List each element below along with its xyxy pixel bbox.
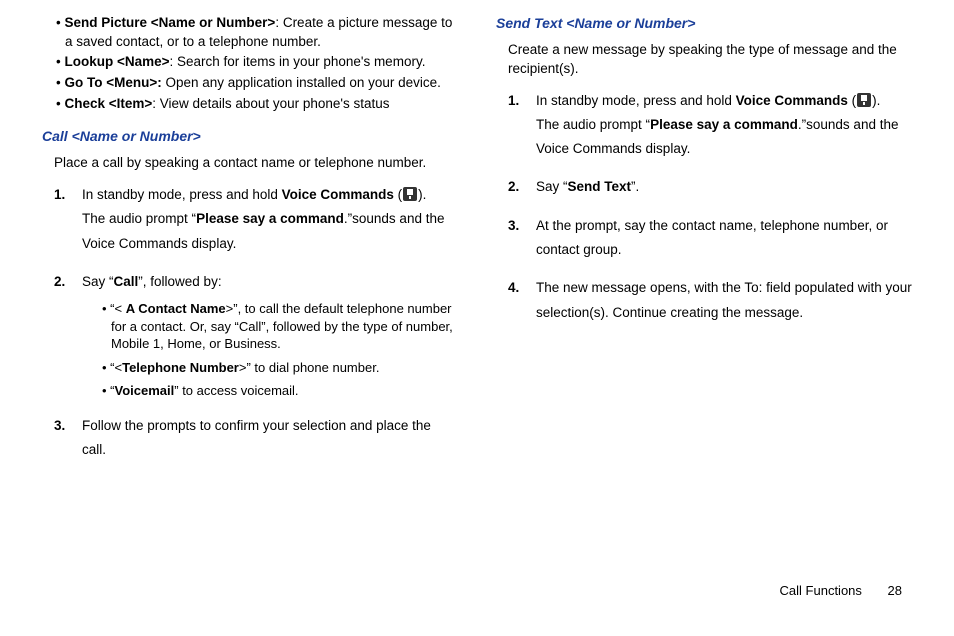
step-number: 1. xyxy=(54,183,65,207)
list-item: Lookup <Name>: Search for items in your … xyxy=(56,53,458,72)
paren-close: ). xyxy=(418,187,426,202)
voice-commands-icon xyxy=(402,186,418,202)
text: In standby mode, press and hold xyxy=(82,187,282,202)
voice-commands-label: Voice Commands xyxy=(282,187,394,202)
q: “< xyxy=(110,360,122,375)
text: In standby mode, press and hold xyxy=(536,93,736,108)
page-footer: Call Functions 28 xyxy=(780,583,902,598)
desc: Open any application installed on your d… xyxy=(162,75,441,90)
lead-send-text: Create a new message by speaking the typ… xyxy=(508,41,912,78)
rest: ” to access voicemail. xyxy=(174,383,298,398)
step-1: 1. In standby mode, press and hold Voice… xyxy=(82,183,458,256)
call-steps: 1. In standby mode, press and hold Voice… xyxy=(42,183,458,463)
step-1: 1. In standby mode, press and hold Voice… xyxy=(536,89,912,162)
list-item: “Voicemail” to access voicemail. xyxy=(102,382,458,400)
step-number: 3. xyxy=(54,414,65,438)
page-content: Send Picture <Name or Number>: Create a … xyxy=(0,0,954,477)
lead-call: Place a call by speaking a contact name … xyxy=(54,154,458,173)
list-item: Go To <Menu>: Open any application insta… xyxy=(56,74,458,93)
list-item: Send Picture <Name or Number>: Create a … xyxy=(56,14,458,51)
voice-commands-icon xyxy=(856,92,872,108)
step-2: 2. Say “Send Text”. xyxy=(536,175,912,199)
footer-page-number: 28 xyxy=(888,583,902,598)
rest: >” to dial phone number. xyxy=(239,360,380,375)
text: ”, followed by: xyxy=(138,274,221,289)
term-send-picture: Send Picture <Name or Number> xyxy=(64,15,275,30)
step-number: 2. xyxy=(508,175,519,199)
step-number: 4. xyxy=(508,276,519,300)
desc: : Search for items in your phone's memor… xyxy=(170,54,426,69)
right-column: Send Text <Name or Number> Create a new … xyxy=(496,12,912,477)
top-bullet-list: Send Picture <Name or Number>: Create a … xyxy=(42,14,458,113)
voice-commands-label: Voice Commands xyxy=(736,93,848,108)
term-goto: Go To <Menu>: xyxy=(64,75,161,90)
desc: : View details about your phone's status xyxy=(152,96,389,111)
list-item: Check <Item>: View details about your ph… xyxy=(56,95,458,114)
text: ”. xyxy=(631,179,639,194)
term: Telephone Number xyxy=(122,360,239,375)
heading-send-text: Send Text <Name or Number> xyxy=(496,14,912,33)
paren-open: ( xyxy=(848,93,856,108)
term: A Contact Name xyxy=(126,301,226,316)
footer-section: Call Functions xyxy=(780,583,862,598)
step-number: 1. xyxy=(508,89,519,113)
text: Follow the prompts to confirm your selec… xyxy=(82,418,431,457)
text: At the prompt, say the contact name, tel… xyxy=(536,218,888,257)
send-text-label: Send Text xyxy=(568,179,632,194)
heading-call: Call <Name or Number> xyxy=(42,127,458,146)
command-text: Please say a command xyxy=(650,117,798,132)
step-3: 3. Follow the prompts to confirm your se… xyxy=(82,414,458,463)
text: Say “ xyxy=(82,274,114,289)
sendtext-steps: 1. In standby mode, press and hold Voice… xyxy=(496,89,912,325)
step-4: 4. The new message opens, with the To: f… xyxy=(536,276,912,325)
step-3: 3. At the prompt, say the contact name, … xyxy=(536,214,912,263)
q: “< xyxy=(110,301,126,316)
list-item: “<Telephone Number>” to dial phone numbe… xyxy=(102,359,458,377)
command-text: Please say a command xyxy=(196,211,344,226)
paren-open: ( xyxy=(394,187,402,202)
call-sub-bullets: “< A Contact Name>”, to call the default… xyxy=(82,300,458,400)
term-check: Check <Item> xyxy=(64,96,152,111)
text: The audio prompt “ xyxy=(536,117,650,132)
text: The new message opens, with the To: fiel… xyxy=(536,280,912,319)
text: Say “ xyxy=(536,179,568,194)
call-label: Call xyxy=(114,274,139,289)
list-item: “< A Contact Name>”, to call the default… xyxy=(102,300,458,353)
step-number: 2. xyxy=(54,270,65,294)
step-number: 3. xyxy=(508,214,519,238)
term: Voicemail xyxy=(115,383,175,398)
paren-close: ). xyxy=(872,93,880,108)
step-2: 2. Say “Call”, followed by: “< A Contact… xyxy=(82,270,458,400)
left-column: Send Picture <Name or Number>: Create a … xyxy=(42,12,458,477)
term-lookup: Lookup <Name> xyxy=(64,54,169,69)
text: The audio prompt “ xyxy=(82,211,196,226)
